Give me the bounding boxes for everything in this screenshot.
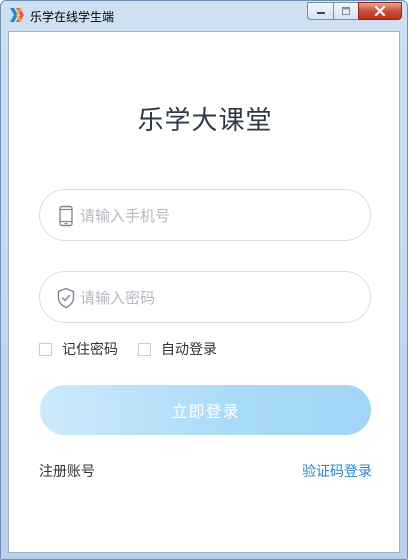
page-title: 乐学大课堂 [137, 106, 273, 136]
window-title: 乐学在线学生端 [30, 10, 115, 24]
auto-login-label: 自动登录 [161, 342, 217, 358]
maximize-button[interactable] [333, 2, 358, 20]
remember-password-checkbox[interactable] [39, 342, 52, 356]
phone-input[interactable] [80, 202, 350, 230]
close-icon [374, 5, 386, 17]
phone-field[interactable] [39, 189, 371, 241]
login-button[interactable]: 立即登录 [40, 385, 371, 435]
minimize-button[interactable] [307, 2, 333, 20]
password-input[interactable] [80, 284, 350, 312]
app-window: 乐学在线学生端 乐学大课堂 请输入手机号 记住密码 自动登录 立即登录 注册账号… [0, 0, 408, 560]
auto-login-option[interactable]: 自动登录 [138, 339, 217, 359]
remember-password-option[interactable]: 记住密码 [39, 339, 118, 359]
phone-icon [59, 205, 73, 227]
window-controls [307, 2, 402, 20]
login-panel: 乐学大课堂 记住密码 自动登录 [8, 31, 400, 553]
auto-login-checkbox[interactable] [138, 342, 151, 356]
maximize-icon [342, 7, 350, 15]
minimize-icon [316, 12, 325, 14]
sms-login-link[interactable]: 验证码登录 [302, 461, 372, 481]
title-bar[interactable]: 乐学在线学生端 [1, 1, 407, 31]
register-link[interactable]: 注册账号 [39, 461, 95, 481]
app-logo-icon [10, 8, 24, 22]
remember-password-label: 记住密码 [62, 342, 118, 358]
close-button[interactable] [358, 2, 402, 20]
password-field[interactable] [39, 271, 371, 323]
shield-icon [57, 287, 75, 309]
login-options: 记住密码 自动登录 [39, 339, 237, 359]
